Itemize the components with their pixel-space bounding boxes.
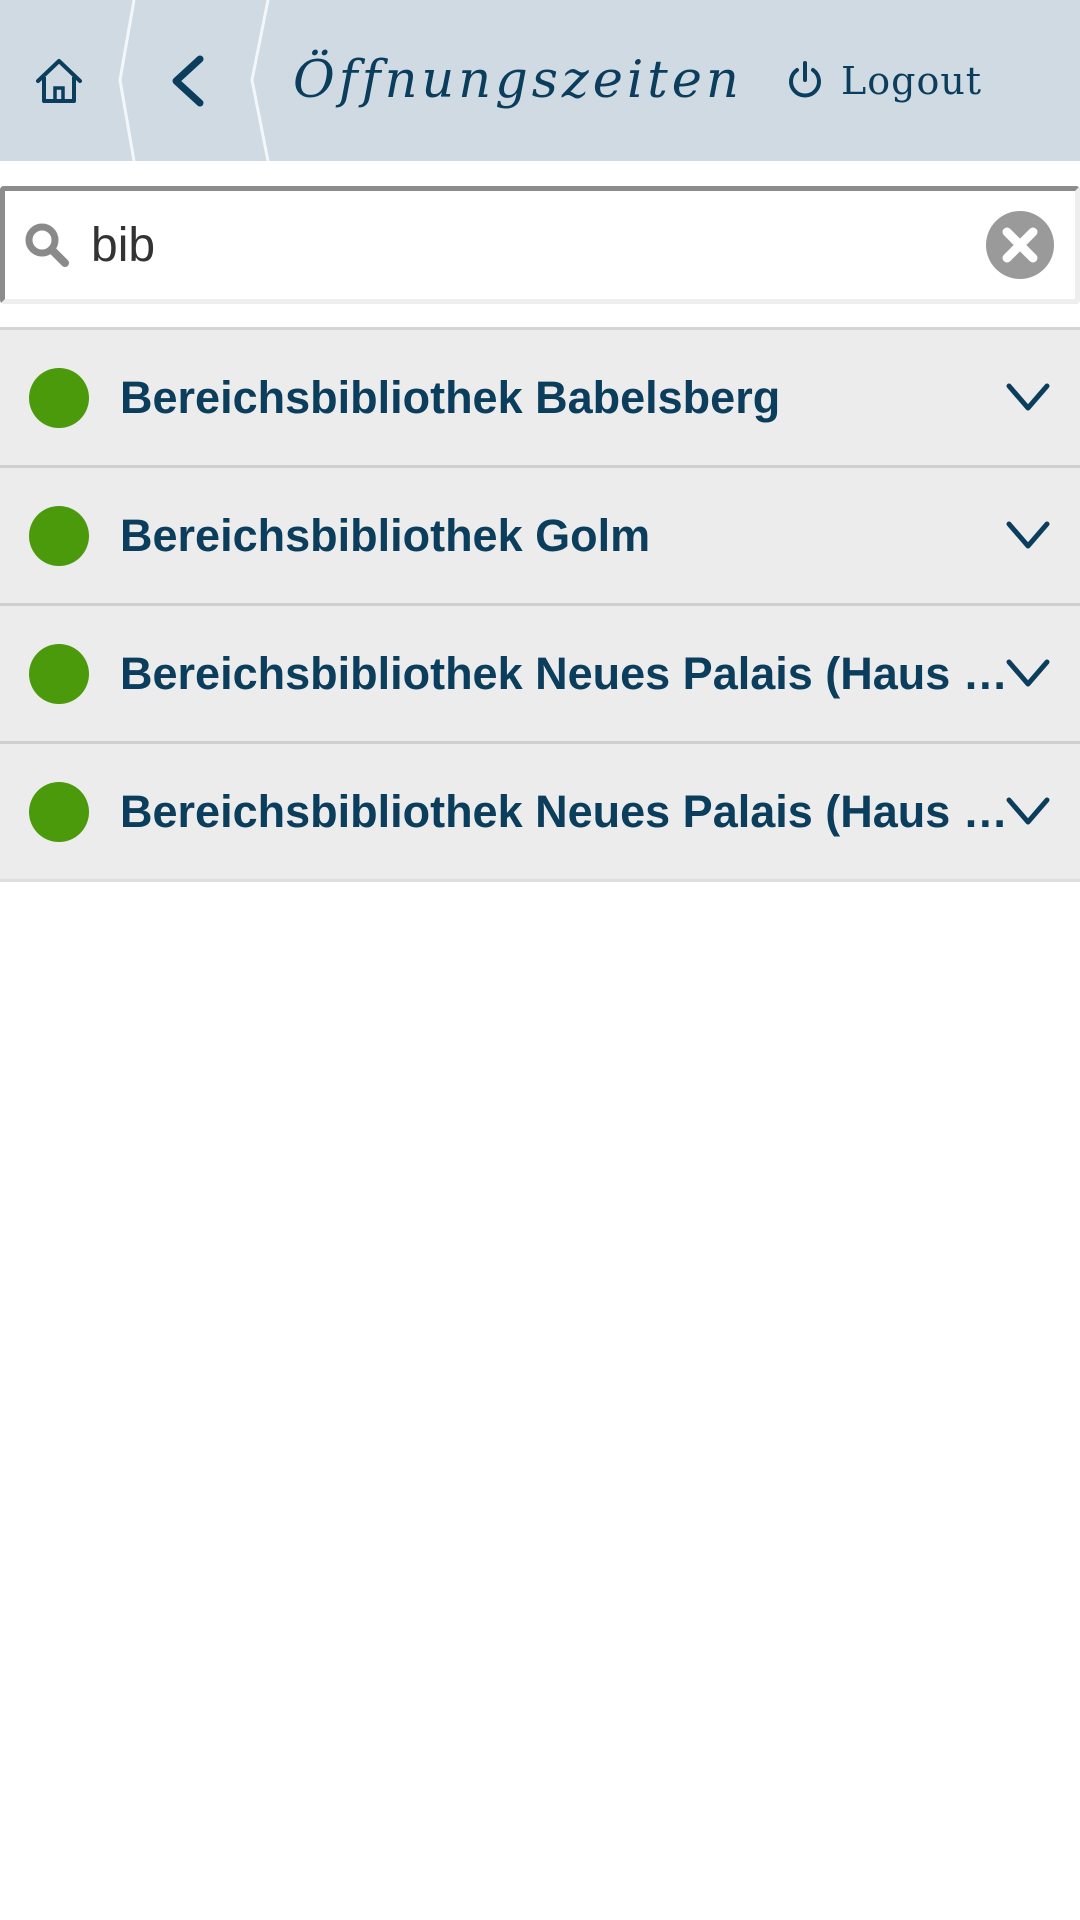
chevron-down-icon [1006, 521, 1050, 549]
top-bar: Öffnungszeiten Logout [0, 0, 1080, 161]
chevron-down-icon [1006, 659, 1050, 687]
list-item[interactable]: Bereichsbibliothek Golm [0, 468, 1080, 606]
search-input[interactable] [91, 201, 971, 289]
chevron-down-icon [1006, 383, 1050, 411]
clear-search-button[interactable] [984, 209, 1056, 281]
home-icon [36, 58, 82, 103]
library-name: Bereichsbibliothek Neues Palais (Haus 10… [120, 648, 1025, 699]
search-bar [0, 186, 1080, 304]
logout-label: Logout [841, 58, 983, 103]
chevron-left-icon [172, 55, 204, 106]
library-name: Bereichsbibliothek Neues Palais (Haus 9 … [120, 786, 1025, 837]
chevron-down-icon [1006, 797, 1050, 825]
logout-button[interactable]: Logout [785, 0, 982, 161]
status-indicator [29, 782, 89, 842]
search-icon-container [19, 217, 75, 273]
library-name: Bereichsbibliothek Golm [120, 510, 651, 561]
back-button[interactable] [132, 0, 244, 161]
status-indicator [29, 506, 89, 566]
page-title: Öffnungszeiten [293, 51, 743, 110]
library-list: Bereichsbibliothek Babelsberg Bereichsbi… [0, 327, 1080, 882]
list-item[interactable]: Bereichsbibliothek Neues Palais (Haus 9 … [0, 744, 1080, 882]
status-indicator [29, 644, 89, 704]
power-icon [789, 60, 821, 97]
library-name: Bereichsbibliothek Babelsberg [120, 372, 781, 423]
clear-icon [986, 211, 1054, 279]
search-icon [25, 223, 69, 267]
home-button[interactable] [0, 0, 118, 161]
list-item[interactable]: Bereichsbibliothek Babelsberg [0, 330, 1080, 468]
list-item[interactable]: Bereichsbibliothek Neues Palais (Haus 10… [0, 606, 1080, 744]
status-indicator [29, 368, 89, 428]
